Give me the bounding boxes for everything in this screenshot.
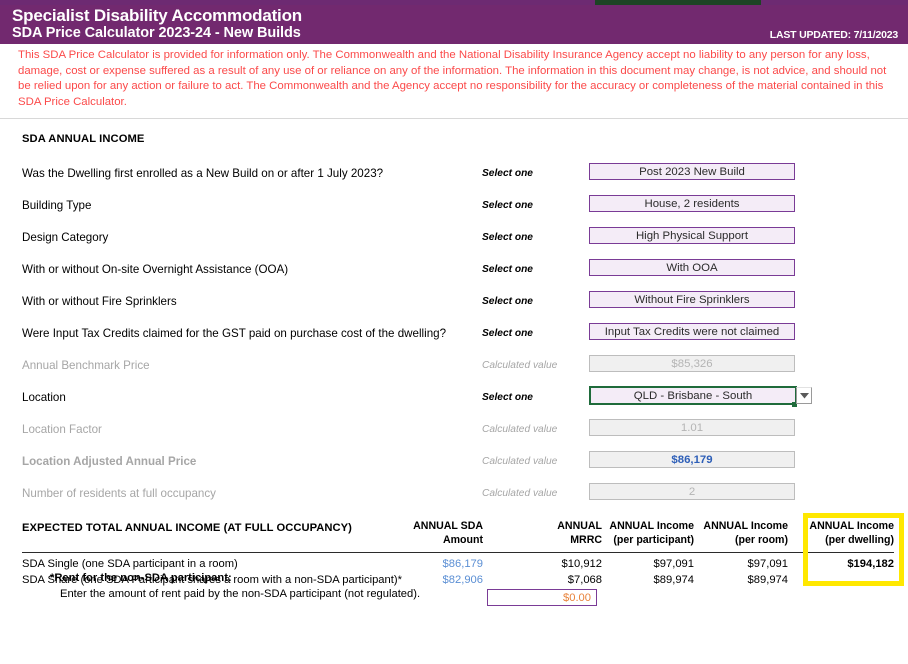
label-fire-sprinklers: With or without Fire Sprinklers (22, 295, 177, 308)
hint-fire-sprinklers: Select one (482, 296, 533, 307)
table-cell-mrrc: $10,912 (561, 558, 602, 570)
form-row-location-adjusted-annual-price: Location Adjusted Annual Price Calculated… (0, 449, 908, 481)
page-title: Specialist Disability Accommodation (12, 6, 302, 25)
form-row-ooa: With or without On-site Overnight Assist… (0, 257, 908, 289)
table-title: EXPECTED TOTAL ANNUAL INCOME (AT FULL OC… (22, 522, 352, 534)
hint-ooa: Select one (482, 264, 533, 275)
header-band: Specialist Disability Accommodation SDA … (0, 5, 908, 44)
disclaimer-text: This SDA Price Calculator is provided fo… (18, 49, 887, 108)
label-location-adjusted-annual-price: Location Adjusted Annual Price (22, 455, 197, 468)
column-header-line1: ANNUAL (557, 520, 602, 532)
field-new-build-enrolment[interactable]: Post 2023 New Build (589, 163, 795, 180)
column-header-4: ANNUAL Income (per dwelling) (809, 520, 894, 547)
form-row-annual-benchmark-price: Annual Benchmark Price Calculated value $8… (0, 353, 908, 385)
page-subtitle: SDA Price Calculator 2023-24 - New Build… (12, 25, 301, 41)
form-row-building-type: Building Type Select one House, 2 resident… (0, 193, 908, 225)
column-header-line2: (per participant) (613, 533, 694, 546)
label-location-factor: Location Factor (22, 423, 102, 436)
table-cell-per_room: $97,091 (747, 558, 788, 570)
table-cell-per_room: $89,974 (747, 574, 788, 586)
table-cell-sda_amount: $86,179 (442, 558, 483, 570)
form-row-number-of-residents: Number of residents at full occupancy Cal… (0, 481, 908, 513)
label-building-type: Building Type (22, 199, 92, 212)
label-design-category: Design Category (22, 231, 109, 244)
table-cell-per_participant: $97,091 (653, 558, 694, 570)
hint-location-adjusted-annual-price: Calculated value (482, 456, 558, 467)
hint-design-category: Select one (482, 232, 533, 243)
field-location-adjusted-annual-price: $86,179 (589, 451, 795, 468)
column-header-line2: (per room) (735, 533, 788, 546)
rent-input-wrapper: $0.00 (0, 589, 908, 607)
table-row: SDA Single (one SDA participant in a roo… (0, 558, 908, 573)
column-header-line1: ANNUAL Income (609, 520, 694, 532)
form-row-location: Location Select one QLD - Brisbane - South (0, 385, 908, 417)
hint-number-of-residents: Calculated value (482, 488, 558, 499)
field-input-tax-credits[interactable]: Input Tax Credits were not claimed (589, 323, 795, 340)
field-location-factor: 1.01 (589, 419, 795, 436)
field-design-category[interactable]: High Physical Support (589, 227, 795, 244)
column-header-3: ANNUAL Income (per room) (703, 520, 788, 547)
table-row-label: SDA Single (one SDA participant in a roo… (22, 558, 238, 570)
column-header-line2: Amount (442, 533, 483, 546)
label-new-build-enrolment: Was the Dwelling first enrolled as a New… (22, 167, 384, 180)
field-fire-sprinklers[interactable]: Without Fire Sprinklers (589, 291, 795, 308)
hint-location: Select one (482, 392, 533, 403)
field-ooa[interactable]: With OOA (589, 259, 795, 276)
column-header-line2: MRRC (570, 533, 602, 546)
table-cell-per_dwelling: $194,182 (847, 558, 894, 570)
field-location[interactable]: QLD - Brisbane - South (589, 386, 797, 405)
table-cell-sda_amount: $82,906 (442, 574, 483, 586)
table-cell-per_participant: $89,974 (653, 574, 694, 586)
form-row-fire-sprinklers: With or without Fire Sprinklers Select on… (0, 289, 908, 321)
column-header-line1: ANNUAL Income (809, 520, 894, 532)
column-header-0: ANNUAL SDA Amount (413, 520, 483, 547)
column-header-line1: ANNUAL SDA (413, 520, 483, 532)
label-annual-benchmark-price: Annual Benchmark Price (22, 359, 150, 372)
disclaimer-divider (0, 118, 908, 119)
label-location: Location (22, 391, 66, 404)
table-cell-mrrc: $7,068 (567, 574, 602, 586)
hint-input-tax-credits: Select one (482, 328, 533, 339)
chevron-down-icon[interactable] (796, 387, 812, 404)
field-number-of-residents: 2 (589, 483, 795, 500)
hint-building-type: Select one (482, 200, 533, 211)
column-header-1: ANNUAL MRRC (557, 520, 602, 547)
form-row-new-build-enrolment: Was the Dwelling first enrolled as a New… (0, 161, 908, 193)
label-number-of-residents: Number of residents at full occupancy (22, 487, 216, 500)
form-row-location-factor: Location Factor Calculated value 1.01 (0, 417, 908, 449)
rent-amount-input[interactable]: $0.00 (487, 589, 597, 606)
hint-new-build-enrolment: Select one (482, 168, 533, 179)
last-updated-label: LAST UPDATED: 7/11/2023 (769, 29, 898, 41)
section-heading-sda-annual-income: SDA ANNUAL INCOME (22, 133, 145, 145)
label-input-tax-credits: Were Input Tax Credits claimed for the G… (22, 327, 447, 340)
rent-footnote-heading: *Rent for the non-SDA participant: (50, 572, 232, 584)
form-row-design-category: Design Category Select one High Physical S… (0, 225, 908, 257)
form-row-input-tax-credits: Were Input Tax Credits claimed for the G… (0, 321, 908, 353)
column-header-2: ANNUAL Income (per participant) (609, 520, 694, 547)
column-header-line1: ANNUAL Income (703, 520, 788, 532)
label-ooa: With or without On-site Overnight Assist… (22, 263, 289, 276)
table-header-divider (22, 552, 894, 554)
column-header-line2: (per dwelling) (825, 533, 894, 546)
hint-annual-benchmark-price: Calculated value (482, 360, 558, 371)
hint-location-factor: Calculated value (482, 424, 558, 435)
field-annual-benchmark-price: $85,326 (589, 355, 795, 372)
field-building-type[interactable]: House, 2 residents (589, 195, 795, 212)
